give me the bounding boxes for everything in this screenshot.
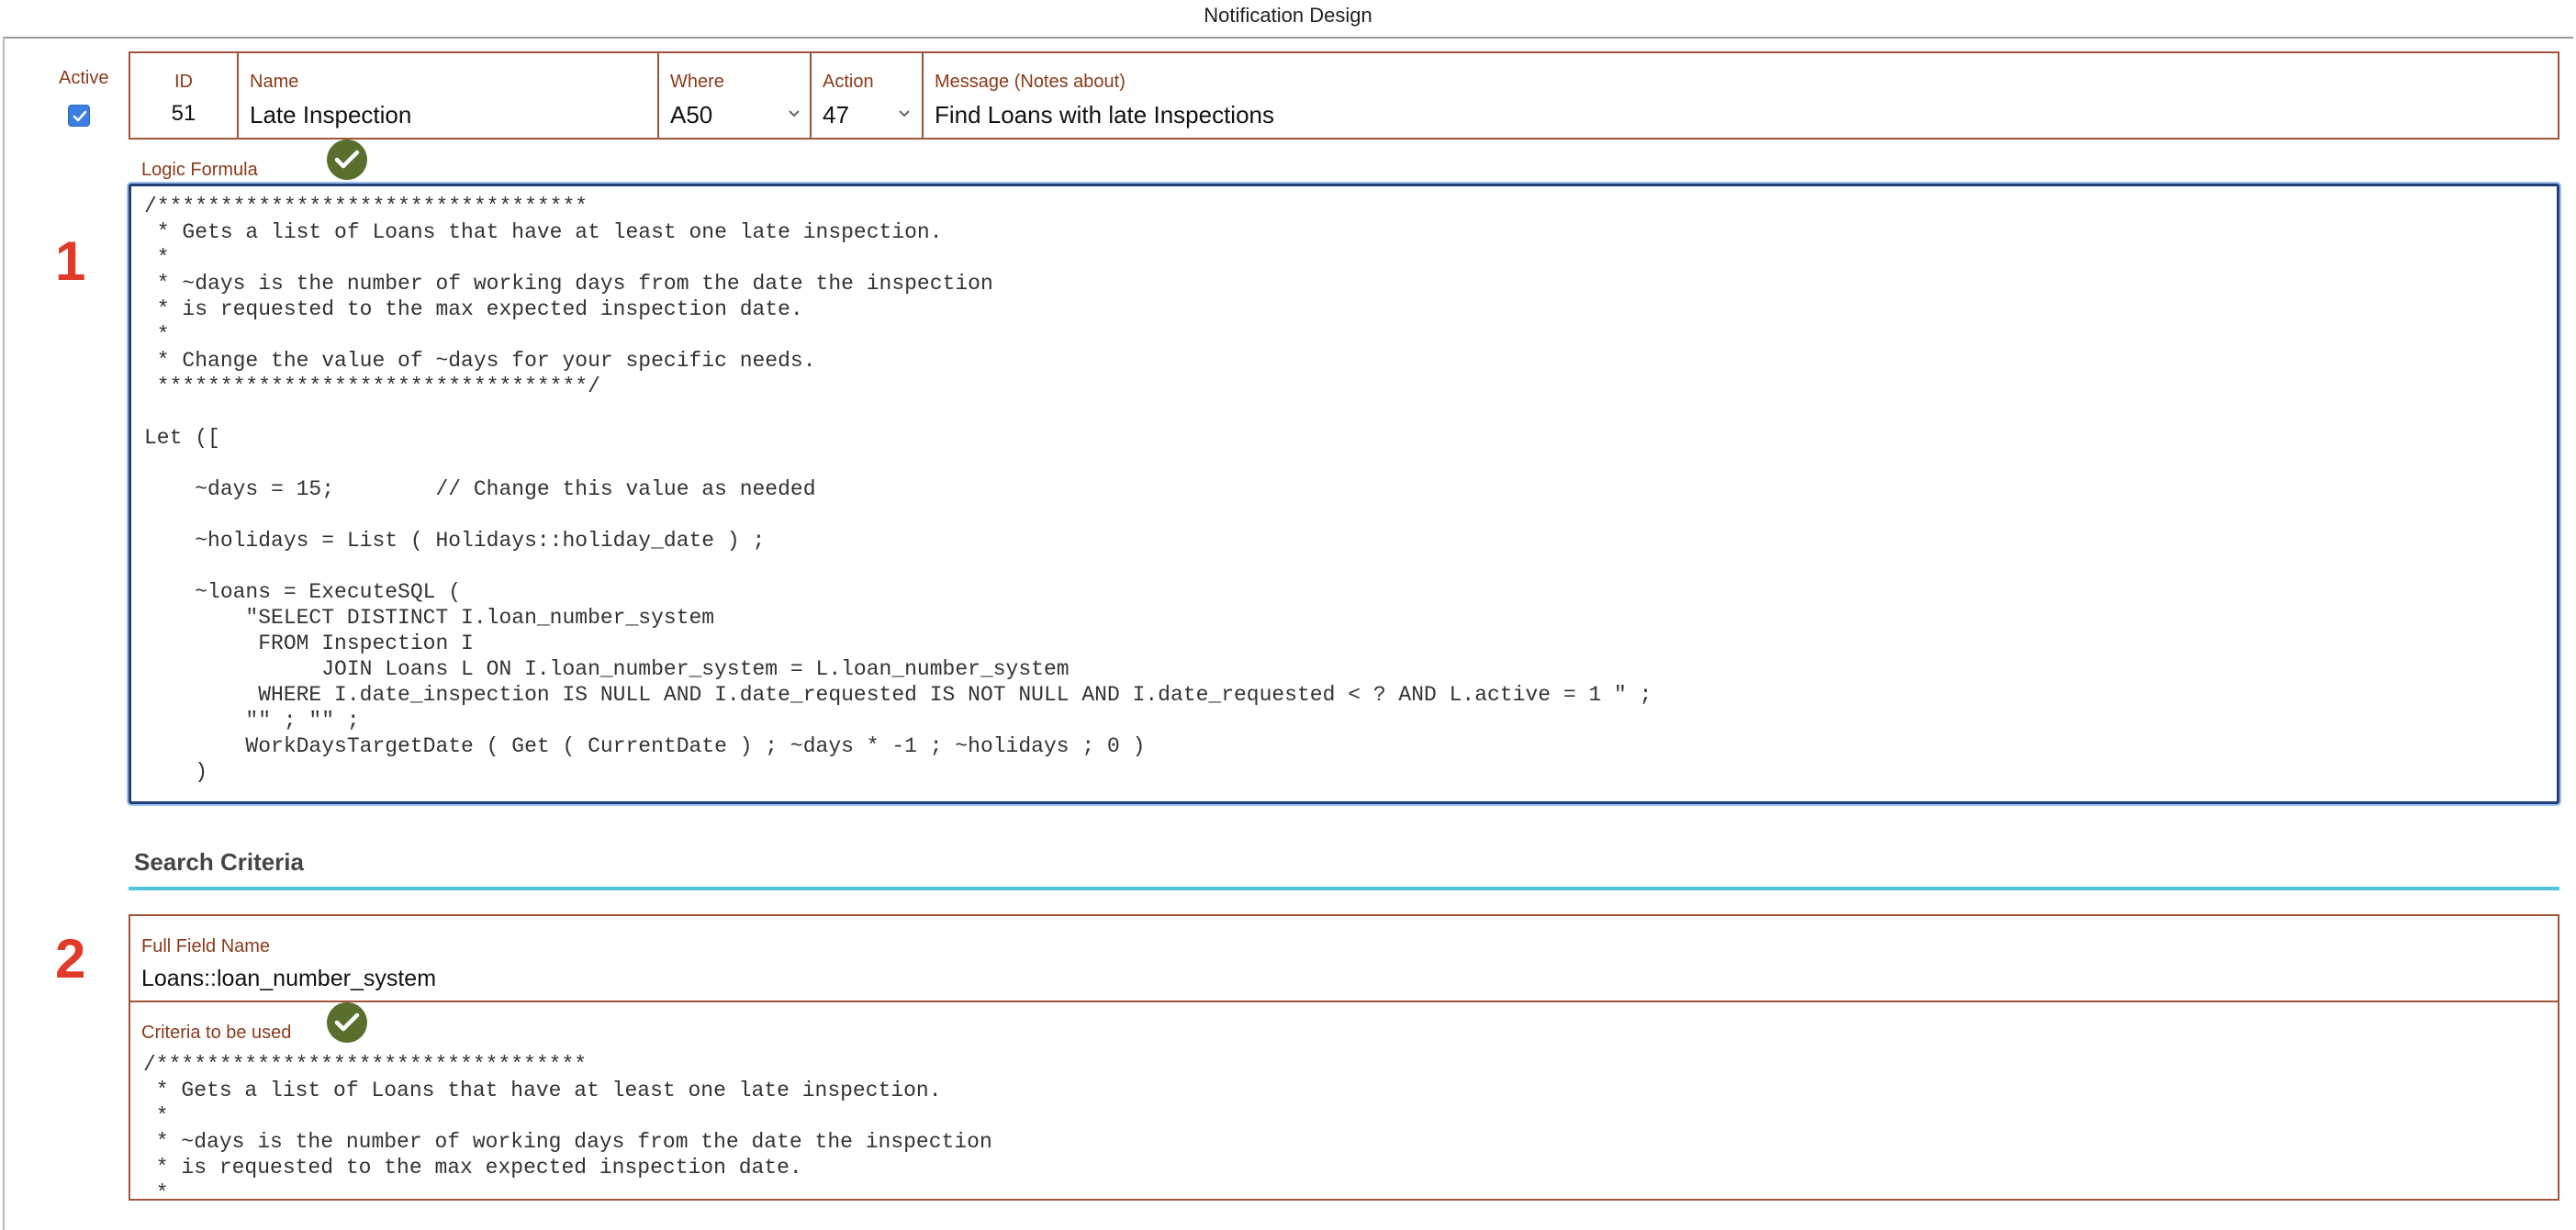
action-value: 47: [823, 101, 849, 129]
full-field-name-value: Loans::loan_number_system: [141, 966, 437, 991]
chevron-down-icon[interactable]: [898, 106, 911, 123]
criteria-code[interactable]: /********************************** * Ge…: [143, 1052, 992, 1199]
chevron-down-icon[interactable]: [788, 106, 801, 123]
window-title: Notification Design: [0, 0, 2576, 33]
message-label: Message (Notes about): [935, 72, 1126, 92]
active-label: Active: [59, 68, 109, 88]
name-field[interactable]: Name Late Inspection: [237, 51, 659, 140]
where-value: A50: [670, 101, 713, 129]
action-select[interactable]: Action 47: [810, 51, 924, 140]
marker-1: 1: [55, 230, 86, 292]
id-value: 51: [171, 101, 196, 126]
where-select[interactable]: Where A50: [657, 51, 812, 140]
logic-formula-code[interactable]: /********************************** * Ge…: [144, 194, 2544, 785]
search-criteria-title: Search Criteria: [134, 848, 304, 876]
name-label: Name: [250, 72, 299, 92]
id-label: ID: [174, 72, 193, 92]
full-field-name-label: Full Field Name: [141, 936, 271, 956]
message-field[interactable]: Message (Notes about) Find Loans with la…: [922, 51, 2559, 140]
check-circle-icon: [327, 1002, 367, 1043]
full-field-name-field[interactable]: Full Field Name Loans::loan_number_syste…: [129, 914, 2559, 1002]
marker-2: 2: [55, 928, 86, 990]
logic-formula-label: Logic Formula: [141, 160, 258, 180]
criteria-editor[interactable]: Criteria to be used /*******************…: [129, 1001, 2559, 1201]
where-label: Where: [670, 72, 724, 92]
name-value: Late Inspection: [250, 101, 412, 129]
active-checkbox[interactable]: [68, 105, 90, 127]
check-circle-icon: [327, 140, 367, 180]
search-criteria-divider: [129, 887, 2559, 890]
logic-formula-editor[interactable]: /********************************** * Ge…: [129, 184, 2559, 804]
action-label: Action: [823, 72, 874, 92]
criteria-label: Criteria to be used: [141, 1023, 292, 1043]
message-value: Find Loans with late Inspections: [935, 101, 1274, 129]
id-field[interactable]: ID 51: [129, 51, 239, 140]
checkbox-checked-icon: [73, 110, 87, 122]
